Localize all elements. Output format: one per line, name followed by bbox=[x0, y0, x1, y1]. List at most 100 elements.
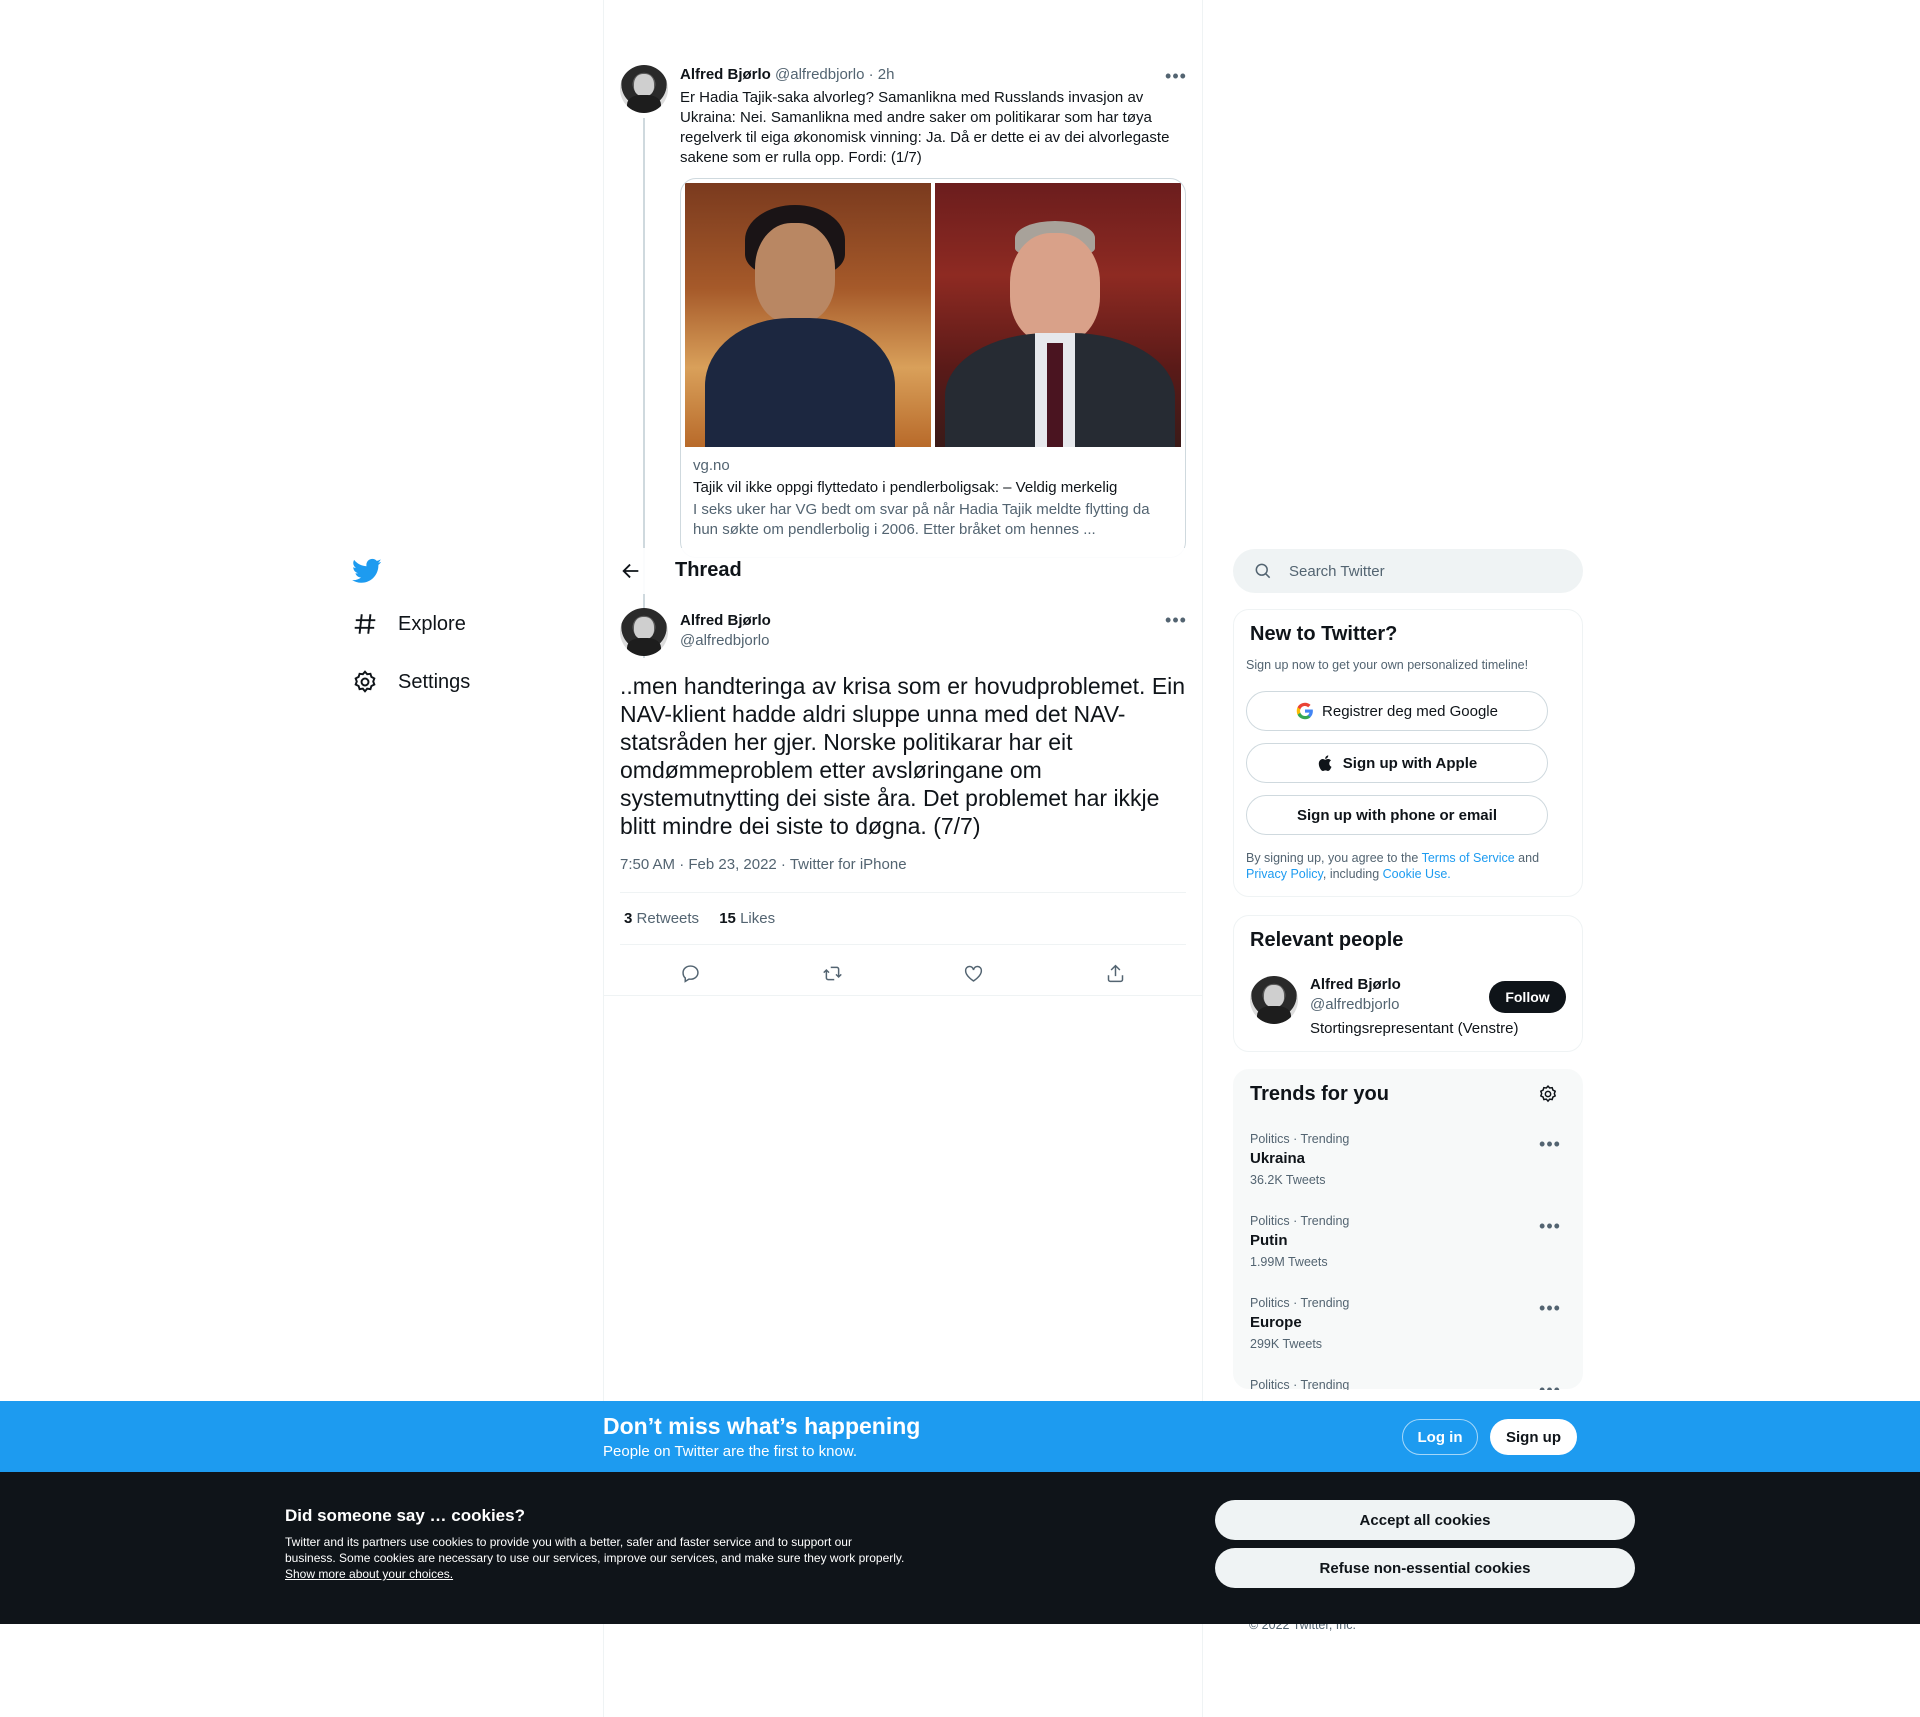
avatar[interactable] bbox=[620, 65, 668, 113]
hashtag-icon bbox=[354, 614, 376, 634]
google-signup-button[interactable]: Registrer deg med Google bbox=[1246, 691, 1548, 731]
link-card-meta: vg.no Tajik vil ikke oppgi flyttedato i … bbox=[693, 457, 1173, 540]
google-icon bbox=[1296, 702, 1313, 720]
person-name[interactable]: Alfred Bjørlo bbox=[1310, 976, 1401, 993]
more-options-icon[interactable]: ••• bbox=[1539, 1380, 1560, 1391]
link-card-title: Tajik vil ikke oppgi flyttedato i pendle… bbox=[693, 479, 1118, 496]
retweet-button[interactable] bbox=[815, 956, 849, 990]
apple-icon bbox=[1318, 755, 1332, 771]
divider bbox=[620, 892, 1186, 893]
trend-category: Politics · Trending bbox=[1250, 1132, 1350, 1146]
avatar[interactable] bbox=[1250, 976, 1298, 1024]
thread-header: Thread bbox=[604, 548, 1202, 594]
log-in-button[interactable]: Log in bbox=[1402, 1419, 1478, 1455]
likes-stat[interactable]: 15 Likes bbox=[719, 910, 775, 927]
nav-item-explore[interactable]: Explore bbox=[352, 602, 466, 646]
previous-tweet[interactable]: Alfred Bjørlo @alfredbjorlo · 2h ••• Er … bbox=[604, 50, 1202, 658]
cookie-choices-link[interactable]: Show more about your choices. bbox=[285, 1567, 453, 1581]
more-options-icon[interactable]: ••• bbox=[1165, 66, 1186, 86]
trend-name: Putin bbox=[1250, 1232, 1288, 1249]
divider bbox=[604, 995, 1202, 996]
twitter-bird-icon[interactable] bbox=[352, 556, 382, 586]
trend-category: Politics · Trending bbox=[1250, 1214, 1350, 1228]
tweet-timestamp[interactable]: 7:50 AM · Feb 23, 2022 · Twitter for iPh… bbox=[620, 856, 907, 873]
panel-subtitle: Sign up now to get your own personalized… bbox=[1246, 658, 1529, 672]
nav-item-settings[interactable]: Settings bbox=[352, 660, 470, 704]
trend-item[interactable]: Politics · Trending ••• bbox=[1250, 1378, 1568, 1390]
trends-panel: Trends for you Politics · Trending Ukrai… bbox=[1233, 1069, 1583, 1390]
sign-up-button[interactable]: Sign up bbox=[1490, 1419, 1577, 1455]
gear-icon[interactable] bbox=[1538, 1084, 1558, 1104]
google-signup-label: Registrer deg med Google bbox=[1322, 702, 1498, 720]
tweet-text: ..men handteringa av krisa som er hovudp… bbox=[620, 673, 1186, 839]
legal-prefix: By signing up, you agree to the bbox=[1246, 851, 1419, 865]
more-options-icon[interactable]: ••• bbox=[1539, 1216, 1560, 1236]
tweet-stats: 3 Retweets 15 Likes bbox=[624, 910, 791, 927]
more-options-icon[interactable]: ••• bbox=[1539, 1298, 1560, 1318]
page-title: Thread bbox=[675, 559, 742, 581]
trend-name: Ukraina bbox=[1250, 1150, 1306, 1167]
retweets-label: Retweets bbox=[636, 910, 700, 927]
author-handle[interactable]: @alfredbjorlo bbox=[775, 66, 864, 83]
like-button[interactable] bbox=[957, 956, 991, 990]
previous-tweet-text: Er Hadia Tajik-saka alvorleg? Samanlikna… bbox=[680, 89, 1170, 166]
banner-title: Don’t miss what’s happening bbox=[603, 1413, 921, 1439]
cookie-text: Twitter and its partners use cookies to … bbox=[285, 1534, 905, 1582]
link-card[interactable]: vg.no Tajik vil ikke oppgi flyttedato i … bbox=[680, 178, 1186, 558]
reply-button[interactable] bbox=[674, 956, 708, 990]
trend-item[interactable]: Politics · Trending Europe 299K Tweets •… bbox=[1250, 1296, 1568, 1378]
back-arrow-icon[interactable] bbox=[620, 560, 642, 582]
nav-label-explore: Explore bbox=[398, 612, 466, 635]
retweet-icon bbox=[822, 966, 842, 980]
accept-cookies-button[interactable]: Accept all cookies bbox=[1215, 1500, 1635, 1540]
link-card-image bbox=[685, 183, 1181, 447]
trend-item[interactable]: Politics · Trending Ukraina 36.2K Tweets… bbox=[1250, 1132, 1568, 1214]
share-icon bbox=[1107, 964, 1123, 982]
gear-icon bbox=[354, 670, 376, 693]
author-name[interactable]: Alfred Bjørlo bbox=[680, 66, 771, 83]
legal-and: and bbox=[1518, 851, 1540, 865]
search-box[interactable] bbox=[1233, 549, 1583, 593]
tweet-time[interactable]: · 2h bbox=[869, 66, 895, 83]
photo-right bbox=[935, 183, 1181, 447]
photo-left bbox=[685, 183, 931, 447]
new-to-twitter-panel: New to Twitter? Sign up now to get your … bbox=[1233, 609, 1583, 897]
cookie-body: Twitter and its partners use cookies to … bbox=[285, 1535, 905, 1565]
panel-title: Relevant people bbox=[1250, 929, 1404, 951]
trend-count: 36.2K Tweets bbox=[1250, 1173, 1326, 1187]
heart-icon bbox=[965, 965, 983, 982]
apple-signup-button[interactable]: Sign up with Apple bbox=[1246, 743, 1548, 783]
share-button[interactable] bbox=[1098, 956, 1132, 990]
avatar[interactable] bbox=[620, 608, 668, 656]
follow-button[interactable]: Follow bbox=[1489, 981, 1566, 1013]
phone-email-signup-label: Sign up with phone or email bbox=[1296, 806, 1497, 824]
privacy-policy-link[interactable]: Privacy Policy bbox=[1246, 867, 1323, 881]
panel-title: Trends for you bbox=[1250, 1083, 1389, 1105]
person-handle[interactable]: @alfredbjorlo bbox=[1310, 996, 1399, 1013]
retweets-stat[interactable]: 3 Retweets bbox=[624, 910, 699, 927]
trend-name: Europe bbox=[1250, 1314, 1302, 1331]
cookie-banner: Did someone say … cookies? Twitter and i… bbox=[0, 1472, 1920, 1624]
more-options-icon[interactable]: ••• bbox=[1165, 610, 1186, 630]
signup-legal-text: By signing up, you agree to the Terms of… bbox=[1246, 850, 1566, 882]
more-options-icon[interactable]: ••• bbox=[1539, 1134, 1560, 1154]
cookie-title: Did someone say … cookies? bbox=[285, 1506, 525, 1525]
terms-of-service-link[interactable]: Terms of Service bbox=[1422, 851, 1515, 865]
trend-count: 299K Tweets bbox=[1250, 1337, 1323, 1351]
likes-label: Likes bbox=[740, 910, 776, 927]
refuse-cookies-button[interactable]: Refuse non-essential cookies bbox=[1215, 1548, 1635, 1588]
author-name[interactable]: Alfred Bjørlo bbox=[680, 612, 771, 629]
nav-label-settings: Settings bbox=[398, 670, 471, 693]
apple-signup-label: Sign up with Apple bbox=[1342, 754, 1478, 772]
phone-email-signup-button[interactable]: Sign up with phone or email bbox=[1246, 795, 1548, 835]
signup-banner: Don’t miss what’s happening People on Tw… bbox=[0, 1401, 1920, 1472]
search-icon bbox=[1255, 563, 1271, 579]
author-handle[interactable]: @alfredbjorlo bbox=[680, 632, 769, 649]
legal-including: , including bbox=[1322, 867, 1380, 881]
cookie-use-link[interactable]: Cookie Use. bbox=[1383, 867, 1451, 881]
search-input[interactable] bbox=[1289, 549, 1569, 593]
person-bio: Stortingsrepresentant (Venstre) bbox=[1310, 1020, 1519, 1037]
reply-icon bbox=[682, 964, 699, 983]
retweets-count: 3 bbox=[624, 910, 633, 927]
trend-item[interactable]: Politics · Trending Putin 1.99M Tweets •… bbox=[1250, 1214, 1568, 1296]
